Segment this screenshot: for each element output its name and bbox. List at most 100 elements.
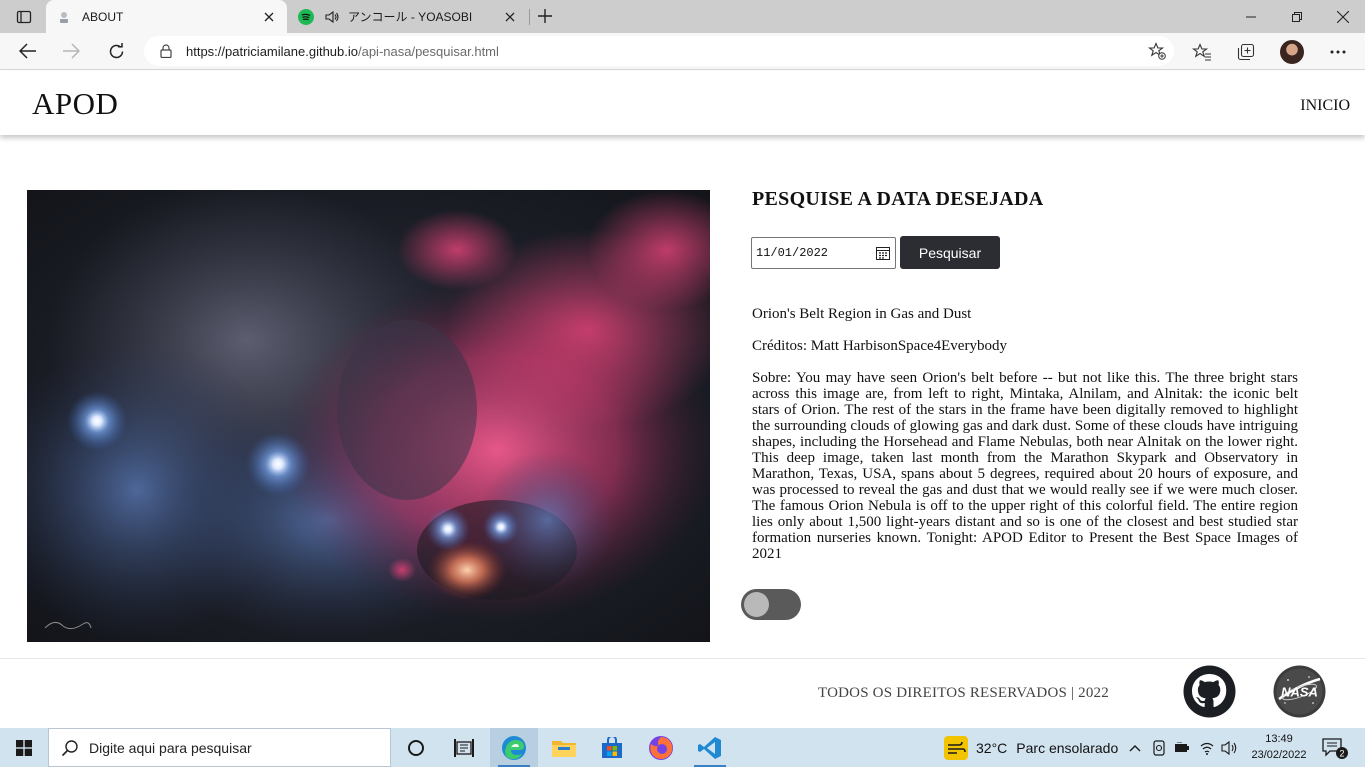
more-dots-icon [1330, 50, 1346, 54]
clock-date: 23/02/2022 [1251, 749, 1307, 761]
collections-icon [1237, 43, 1255, 61]
notification-center-button[interactable]: 2 [1322, 736, 1348, 760]
browser-toolbar: https://patriciamilane.github.io/api-nas… [0, 33, 1365, 70]
weather-icon [944, 735, 968, 760]
profile-avatar[interactable] [1280, 40, 1304, 64]
favorites-button[interactable] [1189, 39, 1215, 65]
tray-battery-icon[interactable] [1172, 738, 1192, 758]
url-host: https://patriciamilane.github.io [186, 43, 358, 59]
github-icon [1183, 665, 1236, 718]
date-input[interactable]: 11/01/2022 [751, 237, 896, 269]
footer-divider [0, 658, 1365, 659]
site-header: APOD INICIO [0, 71, 1365, 135]
task-view-button[interactable] [440, 728, 488, 767]
date-input-value: 11/01/2022 [756, 246, 829, 260]
taskbar-search-placeholder: Digite aqui para pesquisar [89, 739, 252, 756]
taskbar-vscode[interactable] [686, 728, 734, 767]
folder-icon [552, 740, 576, 757]
weather-temperature: 32°C [976, 739, 1008, 756]
tab-spotify[interactable]: アンコール - YOASOBI [288, 0, 528, 33]
new-tab-button[interactable] [534, 5, 556, 27]
close-window-button[interactable] [1320, 0, 1365, 33]
edge-icon [502, 735, 526, 760]
start-button[interactable] [0, 728, 48, 767]
footer-copyright: TODOS OS DIREITOS RESERVADOS | 2022 [818, 685, 1109, 701]
close-tab-icon[interactable] [261, 9, 277, 25]
show-hidden-icons-button[interactable] [1125, 738, 1145, 758]
tab-actions-button[interactable] [8, 6, 40, 28]
audio-playing-icon[interactable] [324, 9, 340, 25]
arrow-right-icon [63, 43, 80, 59]
tray-network-icon[interactable] [1197, 738, 1217, 758]
search-button[interactable]: Pesquisar [900, 236, 1000, 269]
notification-icon: 2 [1322, 738, 1348, 759]
nav-link-inicio[interactable]: INICIO [1300, 97, 1350, 115]
add-favorite-icon[interactable] [1148, 42, 1166, 60]
tray-device-icon[interactable] [1149, 738, 1169, 758]
arrow-left-icon [19, 43, 36, 59]
taskbar-store[interactable] [588, 728, 636, 767]
github-link[interactable] [1183, 665, 1236, 718]
windows-taskbar: Digite aqui para pesquisar 32°C Parc ens… [0, 728, 1365, 767]
minimize-button[interactable] [1228, 0, 1274, 33]
search-heading: PESQUISE A DATA DESEJADA [752, 188, 1044, 210]
search-icon [61, 739, 78, 756]
clock-time: 13:49 [1265, 733, 1293, 745]
settings-menu-button[interactable] [1325, 39, 1351, 65]
apod-title: Orion's Belt Region in Gas and Dust [752, 306, 972, 322]
page-favicon-icon [56, 9, 72, 25]
calendar-icon[interactable] [876, 246, 890, 260]
device-icon [1153, 740, 1165, 756]
minimize-icon [1246, 16, 1256, 17]
close-icon [1337, 10, 1349, 23]
wifi-icon [1200, 742, 1214, 755]
notification-count: 2 [1339, 749, 1344, 759]
taskbar-edge[interactable] [490, 728, 538, 767]
store-icon [602, 736, 622, 758]
url-bar[interactable]: https://patriciamilane.github.io/api-nas… [144, 36, 1174, 66]
cortana-icon [408, 739, 424, 756]
lock-icon[interactable] [158, 43, 174, 59]
tray-volume-icon[interactable] [1220, 738, 1240, 758]
taskbar-clock[interactable]: 13:49 23/02/2022 [1248, 731, 1310, 763]
spotify-icon [298, 8, 314, 25]
url-path: /api-nasa/pesquisar.html [357, 43, 499, 59]
url-text: https://patriciamilane.github.io/api-nas… [186, 44, 499, 59]
theme-toggle-knob [744, 592, 769, 617]
weather-widget[interactable]: 32°C Parc ensolarado [944, 728, 1118, 767]
close-tab-icon[interactable] [502, 9, 518, 25]
tab-divider [529, 9, 530, 25]
restore-button[interactable] [1274, 0, 1320, 33]
taskbar-firefox[interactable] [637, 728, 685, 767]
task-view-icon [454, 738, 474, 757]
battery-icon [1175, 742, 1189, 752]
nasa-link[interactable]: NASA [1273, 665, 1326, 718]
nasa-logo-icon: NASA [1273, 665, 1326, 718]
back-button[interactable] [13, 37, 43, 65]
chevron-up-icon [1129, 745, 1141, 752]
firefox-icon [649, 735, 673, 760]
nebula-image [27, 190, 710, 642]
site-logo[interactable]: APOD [32, 86, 118, 122]
taskbar-file-explorer[interactable] [540, 728, 588, 767]
volume-icon [1221, 740, 1237, 756]
theme-toggle[interactable] [741, 589, 801, 620]
nasa-logo-text: NASA [1281, 685, 1318, 700]
plus-icon [538, 9, 552, 23]
taskbar-search-box[interactable]: Digite aqui para pesquisar [48, 728, 391, 767]
tab-actions-icon [16, 10, 32, 24]
windows-logo-icon [16, 739, 32, 756]
collections-button[interactable] [1233, 39, 1259, 65]
apod-image [27, 190, 710, 642]
reload-icon [109, 42, 123, 58]
tab-title: アンコール - YOASOBI [348, 10, 473, 24]
tab-title: ABOUT [82, 9, 124, 24]
apod-description: Sobre: You may have seen Orion's belt be… [752, 370, 1298, 562]
browser-tab-strip: ABOUT アンコール - YOASOBI [0, 0, 1365, 33]
tab-about[interactable]: ABOUT [46, 0, 287, 33]
favorites-icon [1192, 43, 1211, 61]
cortana-button[interactable] [392, 728, 440, 767]
forward-button[interactable] [56, 37, 86, 65]
reload-button[interactable] [101, 37, 131, 65]
vscode-icon [698, 736, 721, 759]
